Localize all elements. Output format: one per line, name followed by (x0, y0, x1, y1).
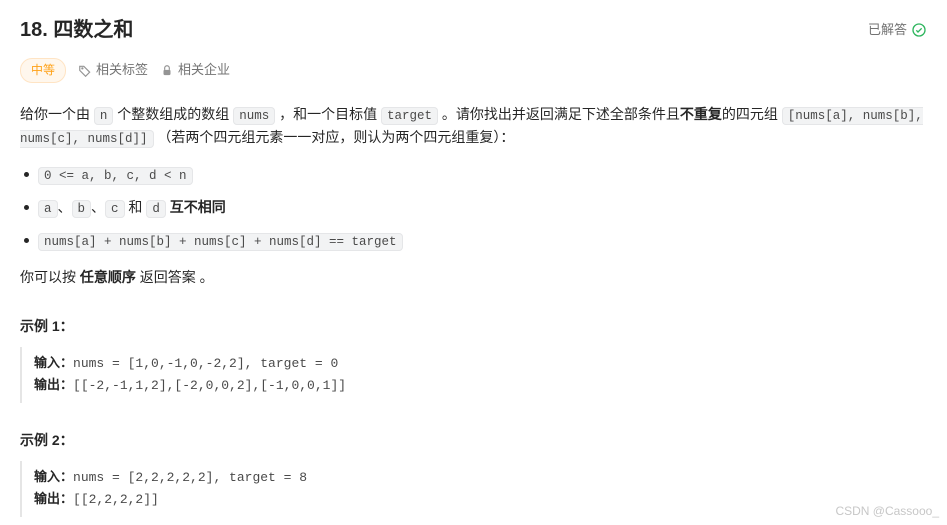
text: 的四元组 (722, 106, 782, 122)
code-target: target (381, 107, 438, 125)
code-a: a (38, 200, 58, 218)
text: 。请你找出并返回满足下述全部条件且 (438, 106, 680, 122)
text: （若两个四元组元素一一对应，则认为两个四元组重复）： (154, 129, 515, 145)
companies-label: 相关企业 (178, 60, 230, 81)
text: 给你一个由 (20, 106, 94, 122)
tags-label: 相关标签 (96, 60, 148, 81)
output-label: 输出： (34, 377, 73, 392)
text: 和 (125, 199, 147, 215)
check-circle-icon (911, 22, 927, 38)
text: 个整数组成的数组 (113, 106, 233, 122)
solved-badge: 已解答 (868, 20, 927, 41)
code-b: b (72, 200, 92, 218)
text: 你可以按 (20, 269, 80, 285)
tag-icon (78, 64, 92, 78)
input-label: 输入： (34, 355, 73, 370)
example-1-output: [[-2,-1,1,2],[-2,0,0,2],[-1,0,0,1]] (73, 378, 346, 393)
example-1-input: nums = [1,0,-1,0,-2,2], target = 0 (73, 356, 338, 371)
meta-row: 中等 相关标签 相关企业 (20, 58, 927, 83)
text: 、 (58, 199, 72, 215)
example-2-title: 示例 2： (20, 429, 927, 451)
text: 返回答案 。 (136, 269, 214, 285)
example-1-title: 示例 1： (20, 315, 927, 337)
input-label: 输入： (34, 469, 73, 484)
list-item: nums[a] + nums[b] + nums[c] + nums[d] ==… (20, 229, 927, 252)
code-nums: nums (233, 107, 275, 125)
paragraph-2: 你可以按 任意顺序 返回答案 。 (20, 266, 927, 288)
difficulty-badge: 中等 (20, 58, 66, 83)
text: ，和一个目标值 (275, 106, 381, 122)
problem-content: 给你一个由 n 个整数组成的数组 nums ，和一个目标值 target 。请你… (20, 103, 927, 516)
output-label: 输出： (34, 491, 73, 506)
example-2-output: [[2,2,2,2]] (73, 492, 159, 507)
code-n: n (94, 107, 114, 125)
code-cond1: 0 <= a, b, c, d < n (38, 167, 193, 185)
list-item: 0 <= a, b, c, d < n (20, 163, 927, 186)
paragraph-1: 给你一个由 n 个整数组成的数组 nums ，和一个目标值 target 。请你… (20, 103, 927, 149)
example-2-block: 输入：nums = [2,2,2,2,2], target = 8 输出：[[2… (20, 461, 927, 517)
header-row: 18. 四数之和 已解答 (20, 14, 927, 46)
bold-unique: 不重复 (680, 106, 722, 122)
conditions-list: 0 <= a, b, c, d < n a、b、c 和 d 互不相同 nums[… (20, 163, 927, 252)
bold-order: 任意顺序 (80, 269, 136, 285)
tags-chip[interactable]: 相关标签 (78, 60, 148, 81)
code-cond3: nums[a] + nums[b] + nums[c] + nums[d] ==… (38, 233, 403, 251)
code-c: c (105, 200, 125, 218)
example-2-input: nums = [2,2,2,2,2], target = 8 (73, 470, 307, 485)
companies-chip[interactable]: 相关企业 (160, 60, 230, 81)
watermark: CSDN @Cassooo_ (835, 502, 939, 521)
list-item: a、b、c 和 d 互不相同 (20, 196, 927, 219)
solved-label: 已解答 (868, 20, 907, 41)
problem-title: 18. 四数之和 (20, 14, 133, 46)
text: 、 (91, 199, 105, 215)
code-d: d (146, 200, 166, 218)
bold-distinct: 互不相同 (166, 199, 226, 215)
lock-icon (160, 64, 174, 78)
example-1-block: 输入：nums = [1,0,-1,0,-2,2], target = 0 输出… (20, 347, 927, 403)
